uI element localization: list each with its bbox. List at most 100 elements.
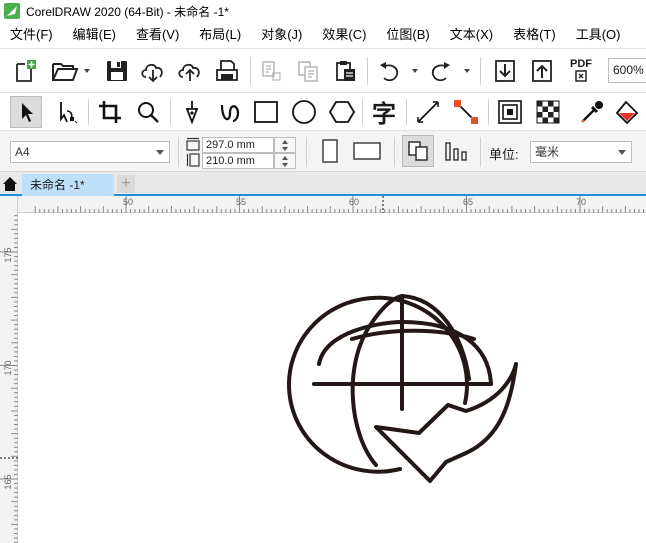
menu-edit[interactable]: 编辑(E)	[63, 22, 126, 48]
unit-value: 毫米	[535, 145, 560, 159]
globe-arrow-icon[interactable]	[19, 214, 646, 543]
ruler-label: 175	[3, 247, 13, 263]
new-document-button[interactable]	[10, 49, 40, 92]
eyedropper-icon	[581, 100, 603, 123]
paste-button[interactable]	[330, 49, 360, 92]
page-height-input[interactable]: 210.0 mm	[202, 153, 274, 169]
menu-effects[interactable]: 效果(C)	[312, 22, 376, 48]
dimension-tool[interactable]	[412, 93, 444, 130]
page-width-spinner[interactable]	[274, 137, 296, 153]
pdf-icon	[575, 70, 587, 82]
redo-button[interactable]	[426, 49, 456, 92]
toolbar-separator	[170, 99, 171, 125]
page-size-value: A4	[15, 145, 30, 159]
menu-text[interactable]: 文本(X)	[440, 22, 503, 48]
menu-file[interactable]: 文件(F)	[0, 22, 63, 48]
hexagon-icon	[329, 100, 355, 123]
add-tab-button[interactable]: +	[117, 175, 135, 193]
open-document-button[interactable]	[48, 49, 82, 92]
ellipse-tool[interactable]	[288, 93, 320, 130]
ruler-label: 60	[349, 197, 360, 207]
crop-tool[interactable]	[94, 93, 126, 130]
redo-dropdown-arrow[interactable]	[464, 69, 470, 73]
ruler-label: 50	[123, 197, 134, 207]
menu-layout[interactable]: 布局(L)	[189, 22, 251, 48]
copy-icon	[298, 60, 318, 82]
unit-select[interactable]: 毫米	[530, 141, 632, 163]
shape-tool[interactable]	[50, 93, 82, 130]
rectangle-icon	[254, 100, 278, 123]
text-tool[interactable]: 字	[368, 93, 400, 130]
rectangle-tool[interactable]	[250, 93, 282, 130]
landscape-page-icon	[353, 142, 381, 160]
page-size-select[interactable]: A4	[10, 141, 170, 163]
drawing-canvas[interactable]	[19, 214, 646, 543]
menu-tools[interactable]: 工具(O)	[566, 22, 631, 48]
menu-bitmap[interactable]: 位图(B)	[376, 22, 439, 48]
portrait-button[interactable]	[316, 131, 344, 171]
export-button[interactable]	[527, 49, 557, 92]
polygon-tool[interactable]	[326, 93, 358, 130]
pen-tool[interactable]	[176, 93, 208, 130]
pick-tool[interactable]	[10, 96, 42, 128]
toolbar-separator	[306, 137, 307, 167]
all-pages-button[interactable]	[402, 135, 434, 167]
page-bars-icon	[445, 142, 467, 161]
landscape-button[interactable]	[350, 131, 384, 171]
toolbar-separator	[480, 57, 481, 85]
ruler-label: 170	[3, 360, 13, 376]
contour-tool[interactable]	[494, 93, 526, 130]
cloud-upload-button[interactable]	[175, 49, 205, 92]
shape-tool-icon	[60, 101, 78, 123]
page-width-input[interactable]: 297.0 mm	[202, 137, 274, 153]
dimension-line-icon	[417, 100, 439, 123]
transparency-tool[interactable]	[532, 93, 564, 130]
export-icon	[532, 59, 552, 82]
crop-icon	[99, 100, 121, 123]
all-pages-icon	[408, 141, 428, 161]
undo-button[interactable]	[374, 49, 404, 92]
page-height-spinner[interactable]	[274, 153, 296, 169]
page-height-icon	[186, 153, 200, 167]
menu-object[interactable]: 对象(J)	[251, 22, 312, 48]
title-bar: CorelDRAW 2020 (64-Bit) - 未命名 -1*	[0, 0, 646, 22]
cut-button[interactable]	[256, 49, 286, 92]
page-width-icon	[186, 137, 200, 151]
open-dropdown-arrow[interactable]	[84, 69, 90, 73]
save-button[interactable]	[102, 49, 132, 92]
toolbar-separator	[88, 99, 89, 125]
print-button[interactable]	[212, 49, 242, 92]
toolbar-separator	[480, 137, 481, 167]
welcome-home-tab[interactable]	[0, 173, 20, 195]
property-bar: A4 297.0 mm 210.0 mm 单位: 毫米	[0, 130, 646, 172]
interactive-fill-tool[interactable]	[612, 93, 644, 130]
menu-table[interactable]: 表格(T)	[503, 22, 566, 48]
cloud-download-button[interactable]	[138, 49, 168, 92]
cloud-download-icon	[141, 63, 163, 82]
current-page-button[interactable]	[440, 131, 472, 171]
menu-view[interactable]: 查看(V)	[126, 22, 189, 48]
copy-button[interactable]	[293, 49, 323, 92]
toolbar-separator	[488, 99, 489, 125]
artistic-media-tool[interactable]	[214, 93, 246, 130]
chevron-down-icon	[156, 150, 164, 155]
connector-tool[interactable]	[450, 93, 482, 130]
toolbar-separator	[406, 99, 407, 125]
pen-nib-icon	[185, 100, 199, 125]
new-document-icon	[16, 59, 36, 82]
document-tab[interactable]: 未命名 -1*	[22, 174, 114, 196]
horizontal-ruler[interactable]: 50 55 60 65 70	[18, 196, 646, 213]
paste-icon	[336, 60, 355, 81]
publish-pdf-button[interactable]: PDF	[564, 49, 598, 92]
eyedropper-tool[interactable]	[576, 93, 608, 130]
zoom-tool[interactable]	[132, 93, 164, 130]
undo-dropdown-arrow[interactable]	[412, 69, 418, 73]
import-button[interactable]	[490, 49, 520, 92]
vertical-ruler[interactable]: 175 170 165	[0, 196, 18, 543]
toolbar-separator	[367, 57, 368, 85]
toolbar-separator	[362, 99, 363, 125]
portrait-page-icon	[322, 139, 338, 163]
zoom-level-input[interactable]: 600%	[608, 58, 646, 83]
ellipse-icon	[292, 99, 316, 124]
pointer-icon	[22, 103, 33, 122]
